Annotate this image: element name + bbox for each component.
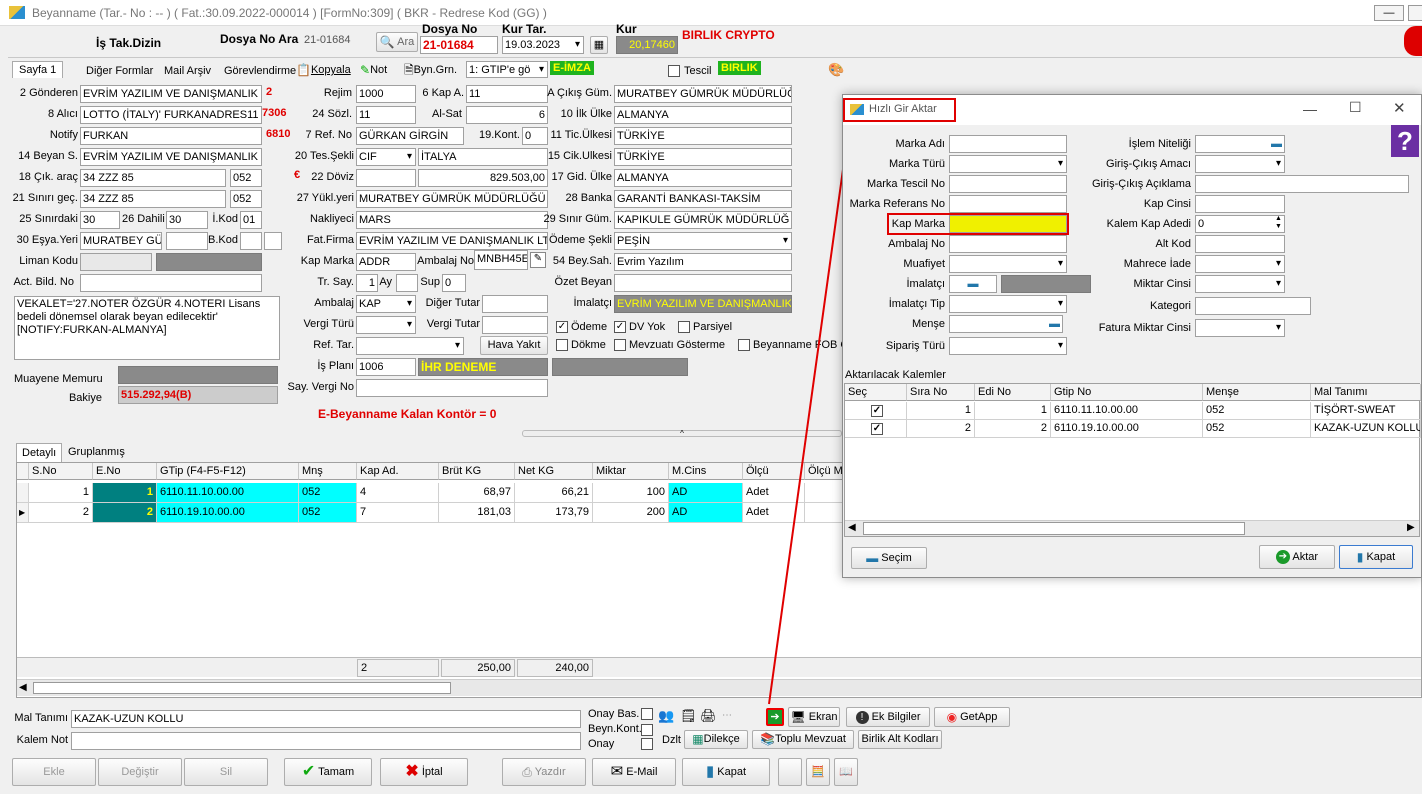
marka-tescil-field[interactable]: [949, 175, 1067, 193]
scroll-left-arrow[interactable]: ◀: [848, 522, 856, 533]
siparis-turu-label: Sipariş Türü: [885, 340, 945, 352]
siparis-turu-select[interactable]: [949, 337, 1067, 355]
kap-marka-highlight: [887, 213, 1069, 235]
sec-checkbox[interactable]: ✓: [871, 423, 883, 435]
scroll-right-arrow[interactable]: ▶: [1407, 522, 1415, 533]
door-icon: ▮: [1356, 550, 1364, 565]
marka-adi-label: Marka Adı: [895, 138, 945, 150]
col-mal-tanimi[interactable]: Mal Tanımı: [1311, 384, 1421, 401]
dialog-title: Hızlı Gir Aktar: [869, 103, 937, 115]
giris-cikis-amac-select[interactable]: [1195, 155, 1285, 173]
sec-checkbox[interactable]: ✓: [871, 405, 883, 417]
marka-adi-field[interactable]: [949, 135, 1067, 153]
cell-sira[interactable]: 2: [907, 420, 975, 438]
islem-niteligi-label: İşlem Niteliği: [1128, 138, 1191, 150]
cell-mense[interactable]: 052: [1203, 402, 1311, 420]
cell-gtip-no[interactable]: 6110.19.10.00.00: [1051, 420, 1203, 438]
help-icon[interactable]: ?: [1391, 125, 1419, 157]
hizli-gir-aktar-dialog: Hızlı Gir Aktar — ☐ ✕ ? Marka Adı Marka …: [842, 94, 1422, 578]
marka-ref-label: Marka Referans No: [849, 198, 945, 210]
cell-edi[interactable]: 1: [975, 402, 1051, 420]
marka-turu-select[interactable]: [949, 155, 1067, 173]
col-mense[interactable]: Menşe: [1203, 384, 1311, 401]
kalem-kap-adedi-label: Kalem Kap Adedi: [1106, 218, 1191, 230]
dialog-titlebar: Hızlı Gir Aktar — ☐ ✕: [843, 95, 1421, 125]
dialog-close[interactable]: ✕: [1393, 99, 1406, 117]
miktar-cinsi-label: Miktar Cinsi: [1133, 278, 1191, 290]
col-edi-no[interactable]: Edi No: [975, 384, 1051, 401]
imalatci-dlg-field[interactable]: ▬: [949, 275, 997, 293]
aktarilacak-label: Aktarılacak Kalemler: [845, 369, 946, 381]
giris-cikis-aciklama-label: Giriş-Çıkış Açıklama: [1091, 178, 1191, 190]
secim-icon: ▬: [866, 551, 879, 566]
kap-cinsi-label: Kap Cinsi: [1143, 198, 1191, 210]
kategori-field[interactable]: [1195, 297, 1311, 315]
kategori-label: Kategori: [1150, 300, 1191, 312]
miktar-cinsi-select[interactable]: [1195, 275, 1285, 293]
cell-mense[interactable]: 052: [1203, 420, 1311, 438]
ambalaj-no-field[interactable]: [949, 235, 1067, 253]
aktarilacak-grid[interactable]: Seç Sıra No Edi No Gtip No Menşe Mal Tan…: [844, 383, 1421, 537]
col-gtip-no[interactable]: Gtip No: [1051, 384, 1203, 401]
muafiyet-select[interactable]: [949, 255, 1067, 273]
dialog-minimize[interactable]: —: [1303, 101, 1317, 117]
mense-label: Menşe: [911, 318, 945, 330]
dialog-kapat-button[interactable]: ▮ Kapat: [1339, 545, 1413, 569]
cell-mal-tanimi[interactable]: KAZAK-UZUN KOLLU: [1311, 420, 1421, 438]
giris-cikis-aciklama-field[interactable]: [1195, 175, 1409, 193]
kalem-kap-adedi-field[interactable]: 0: [1195, 215, 1285, 233]
imalatci-dlg-label: İmalatçı: [906, 278, 945, 290]
imalatci-tip-select[interactable]: [949, 295, 1067, 313]
dialog-kapat-label: Kapat: [1366, 551, 1396, 563]
cell-edi[interactable]: 2: [975, 420, 1051, 438]
kalem-kap-spinner[interactable]: ▲ ▼: [1275, 215, 1282, 231]
alt-kod-field[interactable]: [1195, 235, 1285, 253]
dialog-app-icon: [850, 104, 864, 115]
fatura-miktar-select[interactable]: [1195, 319, 1285, 337]
kap-cinsi-field[interactable]: [1195, 195, 1285, 213]
dialog-maximize[interactable]: ☐: [1349, 99, 1362, 116]
cell-sec[interactable]: ✓: [845, 402, 907, 420]
ambalaj-no-label: Ambalaj No: [888, 238, 945, 250]
cell-mal-tanimi[interactable]: TİŞÖRT-SWEAT: [1311, 402, 1421, 420]
dialog-scroll-thumb[interactable]: [863, 522, 1245, 535]
aktar-label: Aktar: [1292, 551, 1319, 563]
cell-sec[interactable]: ✓: [845, 420, 907, 438]
mense-field[interactable]: ▬: [949, 315, 1063, 333]
secim-label: Seçim: [881, 552, 912, 564]
islem-niteligi-field[interactable]: ▬: [1195, 135, 1285, 153]
col-sec[interactable]: Seç: [845, 384, 907, 401]
marka-tescil-label: Marka Tescil No: [866, 178, 945, 190]
imalatci-tip-label: İmalatçı Tip: [888, 298, 945, 310]
mahrece-iade-select[interactable]: [1195, 255, 1285, 273]
muafiyet-label: Muafiyet: [903, 258, 945, 270]
aktar-button[interactable]: ➔ Aktar: [1259, 545, 1335, 569]
mahrece-iade-label: Mahrece İade: [1123, 258, 1191, 270]
marka-turu-label: Marka Türü: [888, 158, 945, 170]
giris-cikis-amac-label: Giriş-Çıkış Amacı: [1106, 158, 1191, 170]
arrow-right-icon: ➔: [1275, 550, 1290, 565]
fatura-miktar-label: Fatura Miktar Cinsi: [1098, 322, 1191, 334]
cell-sira[interactable]: 1: [907, 402, 975, 420]
secim-button[interactable]: ▬ Seçim: [851, 547, 927, 569]
alt-kod-label: Alt Kod: [1155, 238, 1191, 250]
dialog-grid-hscroll[interactable]: ◀ ▶: [845, 520, 1419, 536]
marka-ref-field[interactable]: [949, 195, 1067, 213]
cell-gtip-no[interactable]: 6110.11.10.00.00: [1051, 402, 1203, 420]
col-sira-no[interactable]: Sıra No: [907, 384, 975, 401]
